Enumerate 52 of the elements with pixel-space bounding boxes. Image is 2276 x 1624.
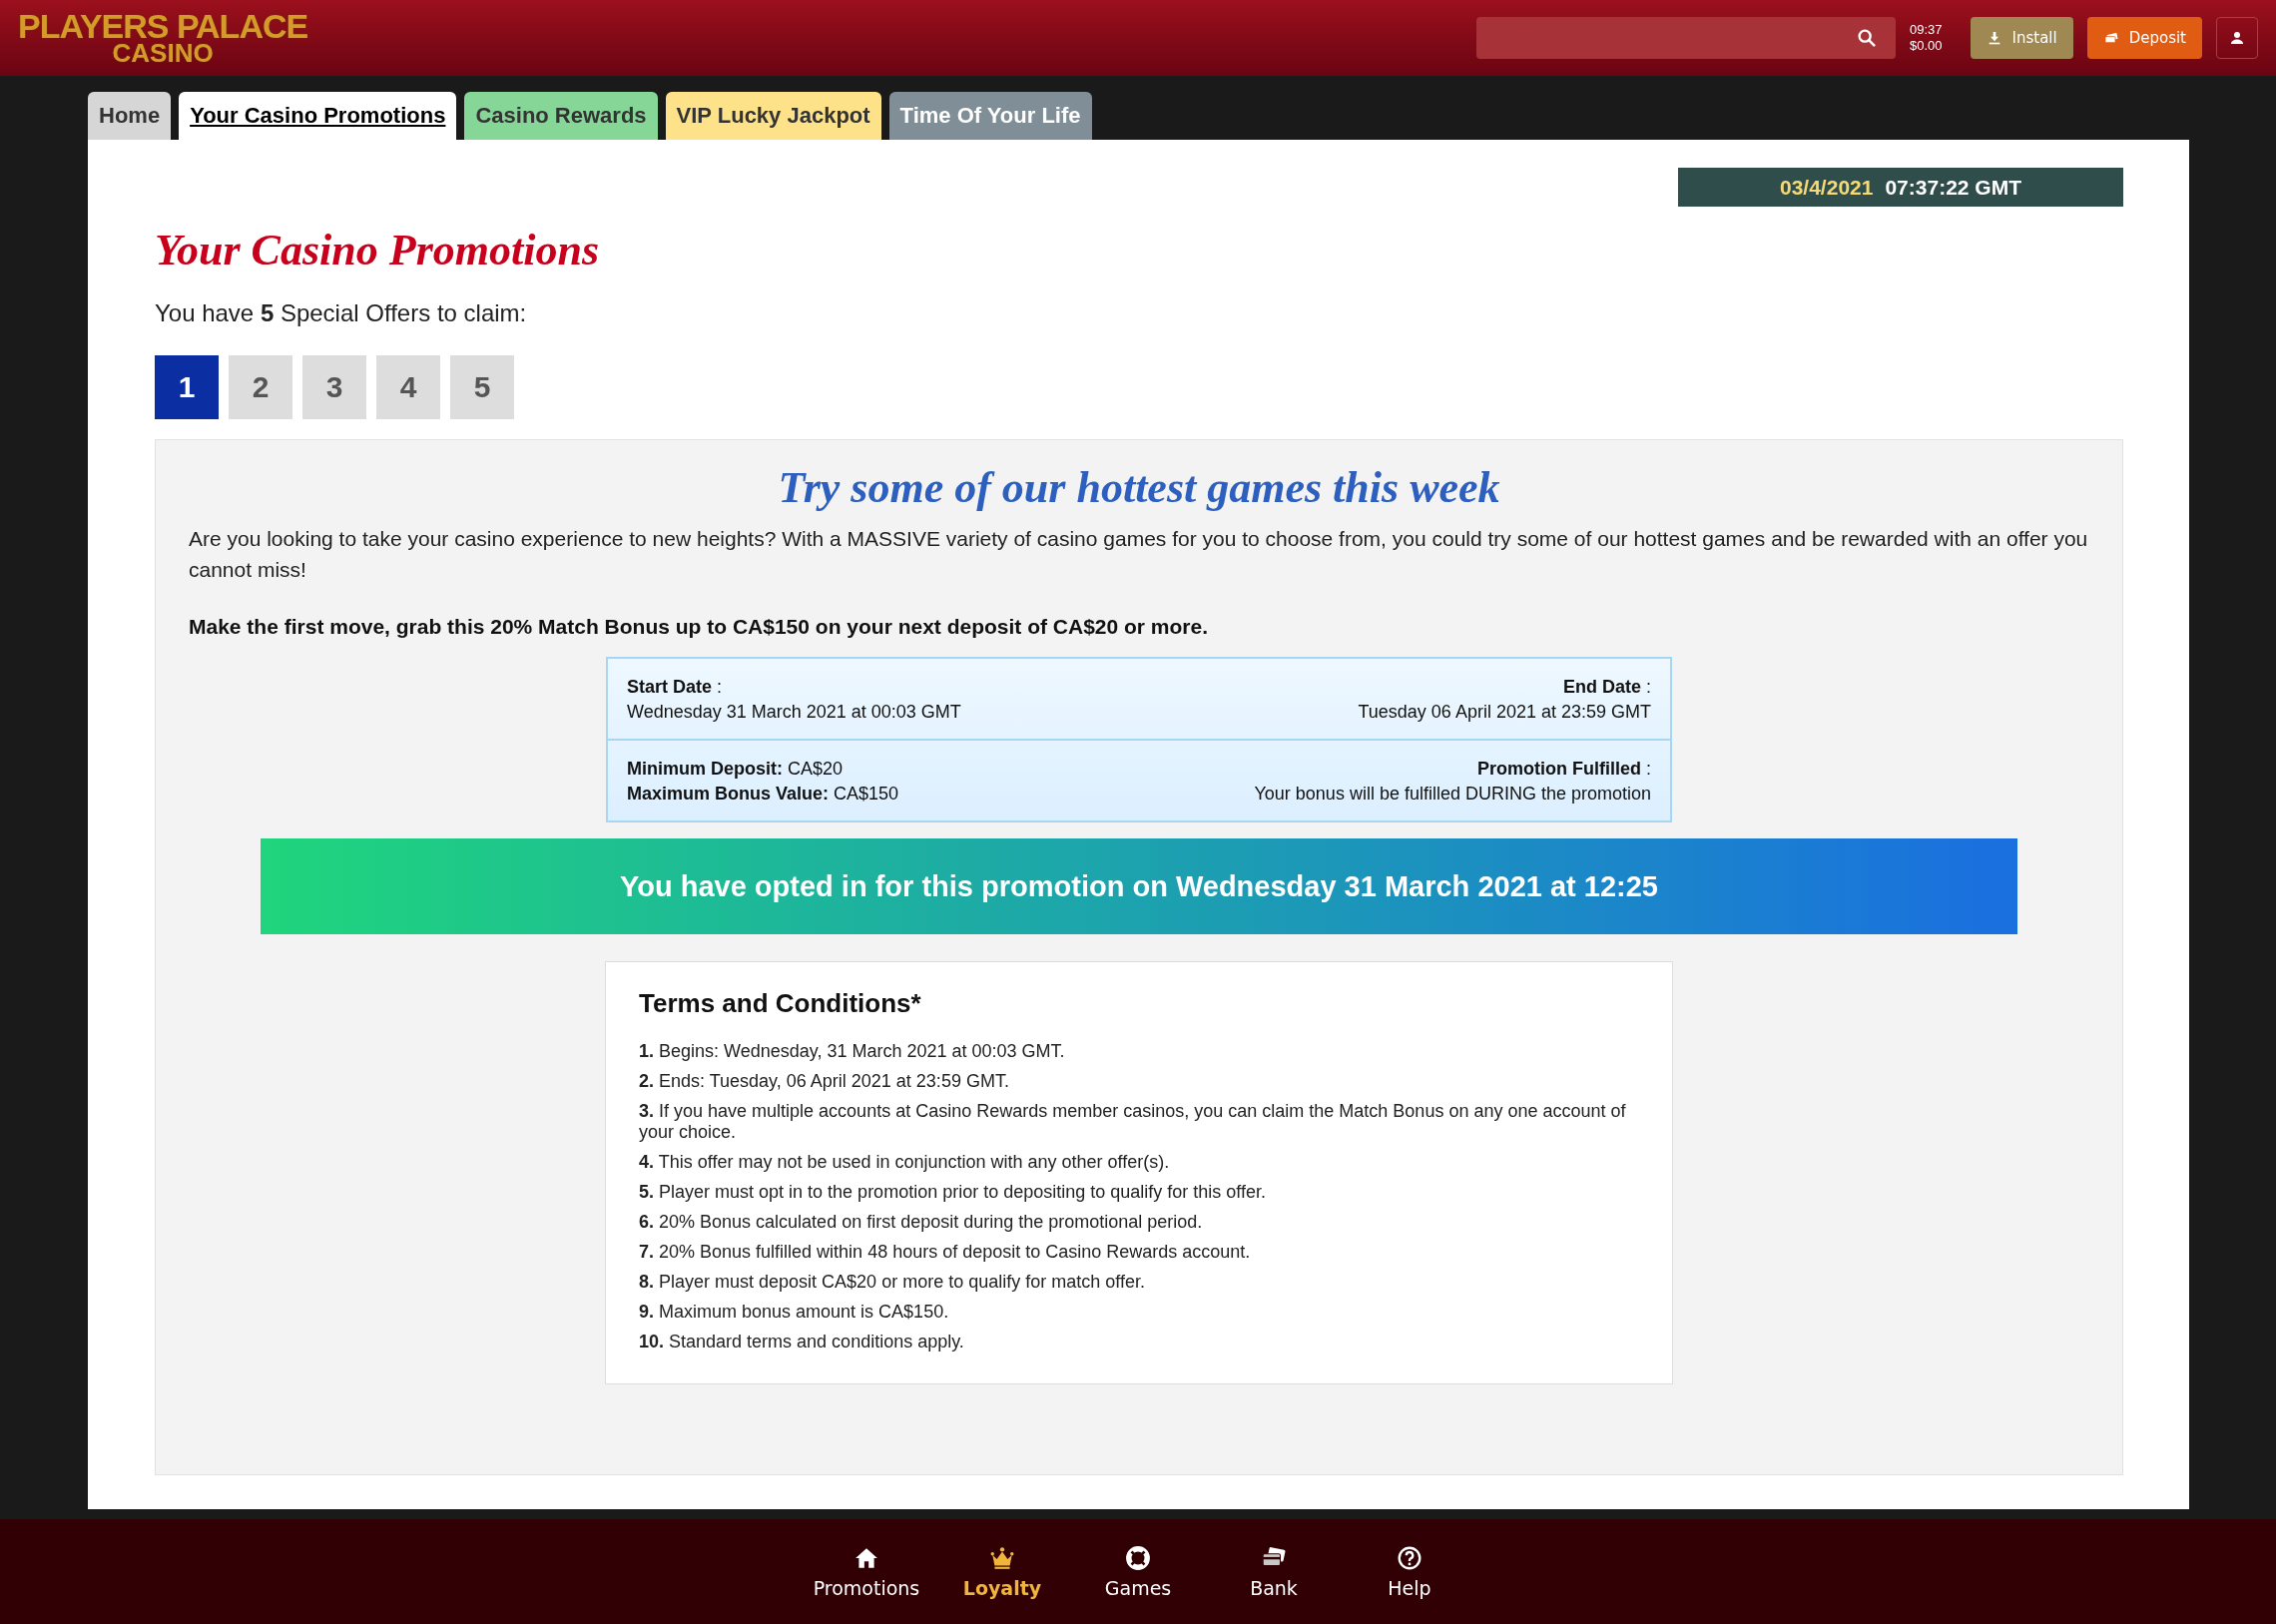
- search-field[interactable]: [1475, 17, 1896, 59]
- clock-text: 09:37: [1909, 22, 1943, 38]
- page-button[interactable]: 1: [155, 355, 219, 419]
- tab[interactable]: Home: [88, 92, 172, 140]
- lifebuoy-icon: [1125, 1544, 1151, 1571]
- terms-item: 4. This offer may not be used in conjunction with any other offer(s).: [639, 1152, 1171, 1173]
- terms-item: 5. Player must opt in to the promotion prior to depositing to qualify for this offer.: [639, 1182, 1267, 1203]
- terms-item: 2. Ends: Tuesday, 06 April 2021 at 23:59 GMT.: [639, 1071, 1010, 1092]
- nav-item[interactable]: Help: [1342, 1519, 1477, 1624]
- nav-item[interactable]: Promotions: [799, 1519, 934, 1624]
- terms-title: Terms and Conditions*: [639, 988, 922, 1019]
- cash-icon: [2102, 30, 2119, 46]
- detail-value: Maximum Bonus Value: CA$150: [627, 783, 899, 806]
- detail-value: Wednesday 31 March 2021 at 00:03 GMT: [627, 701, 961, 724]
- detail-value: Your bonus will be fulfilled DURING the promotion: [1254, 783, 1651, 806]
- tab[interactable]: Your Casino Promotions: [179, 92, 457, 140]
- page-button[interactable]: 5: [450, 355, 514, 419]
- offer-headline: Try some of our hottest games this week: [778, 462, 1500, 513]
- tab[interactable]: VIP Lucky Jackpot: [665, 92, 881, 140]
- terms-item: 3. If you have multiple accounts at Casino Rewards member casinos, you can claim the Match Bonus on any one account of your choice.: [639, 1101, 1627, 1143]
- detail-label: Start Date :: [627, 676, 724, 699]
- page-button[interactable]: 4: [376, 355, 440, 419]
- page-title: Your Casino Promotions: [155, 225, 601, 275]
- detail-label: Promotion Fulfilled :: [1476, 758, 1651, 781]
- balance-text: $0.00: [1909, 38, 1943, 54]
- page-button[interactable]: 3: [302, 355, 366, 419]
- terms-item: 8. Player must deposit CA$20 or more to qualify for match offer.: [639, 1272, 1146, 1293]
- tab[interactable]: Casino Rewards: [464, 92, 658, 140]
- detail-value: Tuesday 06 April 2021 at 23:59 GMT: [1358, 701, 1651, 724]
- detail-label: End Date :: [1561, 676, 1651, 699]
- offer-description: Are you looking to take your casino experience to new heights? With a MASSIVE variety of casino games for you to choose from, you could try some of our hottest games and be rewarded with an offer you cannot miss!: [189, 526, 2089, 583]
- terms-item: 6. 20% Bonus calculated on first deposit during the promotional period.: [639, 1212, 1204, 1233]
- terms-item: 9. Maximum bonus amount is CA$150.: [639, 1302, 950, 1323]
- terms-item: 7. 20% Bonus fulfilled within 48 hours of deposit to Casino Rewards account.: [639, 1242, 1252, 1263]
- page-button[interactable]: 2: [229, 355, 292, 419]
- crown-icon: [989, 1544, 1015, 1571]
- nav-item[interactable]: Games: [1070, 1519, 1206, 1624]
- offer-call-to-action: Make the first move, grab this 20% Match Bonus up to CA$150 on your next deposit of CA$20 or more.: [189, 615, 1210, 639]
- nav-item[interactable]: Bank: [1206, 1519, 1342, 1624]
- logo[interactable]: PLAYERS PALACE CASINO: [18, 11, 308, 65]
- date-text: 03/4/2021: [1780, 175, 1874, 200]
- terms-item: 1. Begins: Wednesday, 31 March 2021 at 00:03 GMT.: [639, 1041, 1066, 1062]
- offers-count-text: You have 5 Special Offers to claim:: [155, 299, 528, 327]
- help-icon: [1397, 1544, 1422, 1571]
- deposit-button[interactable]: Deposit: [2086, 17, 2202, 59]
- opt-in-banner: You have opted in for this promotion on Wednesday 31 March 2021 at 12:25: [261, 838, 2017, 934]
- time-text: 07:37:22 GMT: [1885, 175, 2021, 200]
- terms-item: 10. Standard terms and conditions apply.: [639, 1332, 965, 1353]
- nav-item[interactable]: Loyalty: [934, 1519, 1070, 1624]
- detail-label: Minimum Deposit: CA$20: [627, 758, 845, 781]
- user-button[interactable]: [2216, 17, 2258, 59]
- user-icon: [2228, 29, 2246, 47]
